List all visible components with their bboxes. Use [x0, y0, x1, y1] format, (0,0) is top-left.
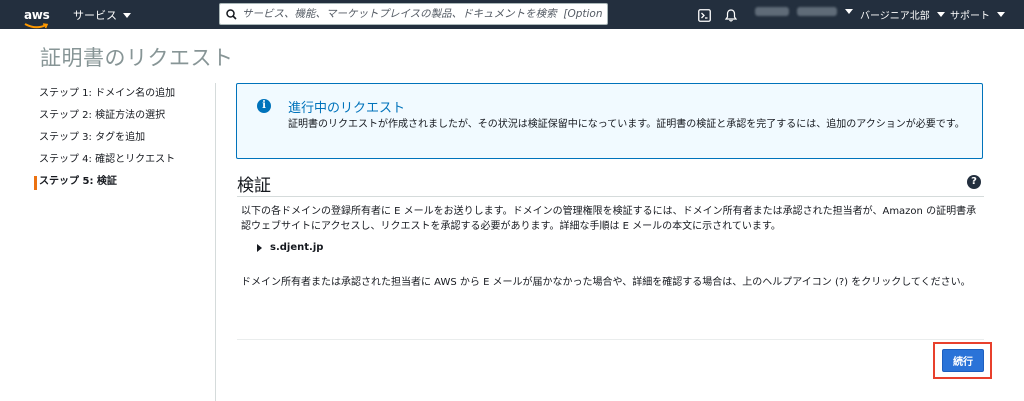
- support-menu[interactable]: サポート: [950, 7, 1005, 22]
- step-2[interactable]: ステップ 2: 検証方法の選択: [39, 110, 209, 132]
- caret-down-icon: [845, 9, 853, 14]
- step-4[interactable]: ステップ 4: 確認とリクエスト: [39, 154, 209, 176]
- aws-logo-text: aws: [24, 8, 50, 22]
- caret-right-icon: [257, 243, 262, 252]
- domain-name: s.djent.jp: [270, 242, 324, 253]
- account-name-redacted: [755, 7, 789, 16]
- services-label: サービス: [73, 9, 117, 22]
- help-icon[interactable]: ?: [967, 175, 981, 189]
- step-5-current[interactable]: ステップ 5: 検証: [34, 176, 209, 198]
- caret-down-icon: [123, 12, 131, 18]
- info-alert: i 進行中のリクエスト 証明書のリクエストが作成されましたが、その状況は検証保留…: [236, 83, 983, 159]
- section-divider: [237, 196, 984, 197]
- page-title: 証明書のリクエスト: [40, 46, 234, 70]
- footer-divider: [237, 339, 984, 340]
- account-menu[interactable]: [755, 7, 853, 16]
- alert-body: 証明書のリクエストが作成されましたが、その状況は検証保留中になっています。証明書…: [288, 119, 965, 130]
- wizard-steps: ステップ 1: ドメイン名の追加 ステップ 2: 検証方法の選択 ステップ 3:…: [34, 88, 209, 198]
- verify-description: 以下の各ドメインの登録所有者に E メールをお送りします。ドメインの管理権限を検…: [241, 206, 977, 232]
- aws-logo[interactable]: aws: [24, 4, 58, 29]
- search-box[interactable]: [219, 3, 608, 25]
- caret-down-icon: [936, 12, 945, 17]
- services-menu[interactable]: サービス: [73, 7, 131, 23]
- aws-smile-icon: [24, 23, 48, 29]
- alert-title: 進行中のリクエスト: [288, 101, 406, 116]
- continue-button[interactable]: 続行: [942, 349, 984, 372]
- step-3[interactable]: ステップ 3: タグを追加: [39, 132, 209, 154]
- account-id-redacted: [797, 7, 837, 16]
- region-menu[interactable]: バージニア北部: [860, 7, 945, 22]
- cloudshell-icon[interactable]: [695, 6, 713, 24]
- sidebar-divider: [215, 83, 216, 401]
- section-title: 検証: [237, 176, 271, 196]
- bell-icon[interactable]: [722, 6, 740, 24]
- search-icon: [220, 4, 242, 24]
- search-input[interactable]: [242, 5, 602, 23]
- caret-down-icon: [997, 12, 1005, 17]
- top-nav-bar: aws サービス バージニア北部 サポート: [0, 0, 1024, 29]
- step-1[interactable]: ステップ 1: ドメイン名の追加: [39, 88, 209, 110]
- verify-note: ドメイン所有者または承認された担当者に AWS から E メールが届かなかった場…: [241, 277, 971, 288]
- domain-expander[interactable]: s.djent.jp: [257, 242, 323, 253]
- support-label: サポート: [950, 11, 990, 22]
- region-label: バージニア北部: [860, 11, 930, 22]
- info-icon: i: [257, 99, 271, 113]
